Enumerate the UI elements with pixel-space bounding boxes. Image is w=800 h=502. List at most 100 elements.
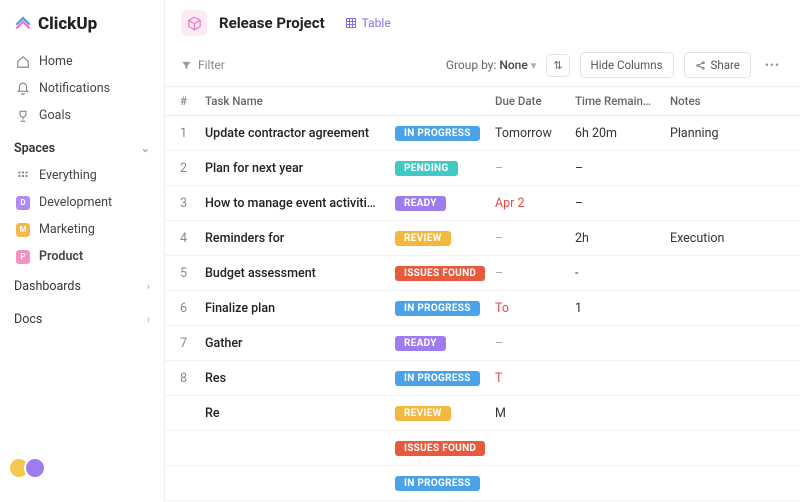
- col-header-num[interactable]: #: [165, 87, 197, 116]
- table-row[interactable]: 8ResIN PROGRESST: [165, 361, 800, 396]
- filter-button[interactable]: Filter: [181, 58, 225, 72]
- cell-due[interactable]: To: [487, 291, 567, 326]
- cell-status[interactable]: REVIEW: [387, 396, 487, 431]
- cell-status[interactable]: ISSUES FOUND: [387, 256, 487, 291]
- sort-button[interactable]: ⇅: [546, 54, 569, 77]
- cell-status[interactable]: ISSUES FOUND: [387, 431, 487, 466]
- space-label: Everything: [39, 168, 97, 183]
- col-header-time[interactable]: Time Remaining: [567, 87, 662, 116]
- cell-notes[interactable]: [662, 186, 800, 221]
- chevron-down-icon: ⌄: [141, 142, 150, 155]
- cell-task[interactable]: How to manage event activities: [197, 186, 387, 221]
- section-dashboards[interactable]: Dashboards ›: [0, 270, 164, 303]
- cell-time[interactable]: 1: [567, 291, 662, 326]
- cell-due[interactable]: [487, 466, 567, 501]
- col-header-notes[interactable]: Notes: [662, 87, 800, 116]
- cell-status[interactable]: IN PROGRESS: [387, 291, 487, 326]
- cell-task[interactable]: Budget assessment: [197, 256, 387, 291]
- col-header-due[interactable]: Due Date: [487, 87, 567, 116]
- table-row[interactable]: 2Plan for next yearPENDING––: [165, 151, 800, 186]
- group-by-selector[interactable]: Group by: None ▾: [446, 58, 537, 72]
- table-row[interactable]: 4Reminders forREVIEW–2hExecution: [165, 221, 800, 256]
- cell-time[interactable]: –: [567, 151, 662, 186]
- cell-status[interactable]: IN PROGRESS: [387, 361, 487, 396]
- cell-notes[interactable]: [662, 466, 800, 501]
- cell-notes[interactable]: [662, 151, 800, 186]
- share-button[interactable]: Share: [684, 52, 751, 78]
- cell-status[interactable]: READY: [387, 326, 487, 361]
- col-header-task[interactable]: Task Name: [197, 87, 387, 116]
- nav-goals[interactable]: Goals: [8, 102, 156, 129]
- cell-notes[interactable]: [662, 431, 800, 466]
- project-icon[interactable]: [181, 10, 207, 36]
- cell-time[interactable]: 6h 20m: [567, 116, 662, 151]
- cell-status[interactable]: READY: [387, 186, 487, 221]
- cell-task[interactable]: Finalize plan: [197, 291, 387, 326]
- more-menu[interactable]: •••: [761, 58, 784, 72]
- cell-status[interactable]: IN PROGRESS: [387, 466, 487, 501]
- cell-due[interactable]: T: [487, 361, 567, 396]
- cell-notes[interactable]: [662, 361, 800, 396]
- cell-time[interactable]: [567, 431, 662, 466]
- cell-notes[interactable]: Planning: [662, 116, 800, 151]
- hide-columns-button[interactable]: Hide Columns: [580, 52, 674, 78]
- share-icon: [695, 60, 706, 71]
- cell-status[interactable]: REVIEW: [387, 221, 487, 256]
- table-row[interactable]: 1Update contractor agreementIN PROGRESST…: [165, 116, 800, 151]
- cell-due[interactable]: –: [487, 256, 567, 291]
- nav-label: Home: [39, 54, 73, 69]
- cell-time[interactable]: [567, 361, 662, 396]
- cell-task[interactable]: Re: [197, 396, 387, 431]
- cell-task[interactable]: Reminders for: [197, 221, 387, 256]
- cell-notes[interactable]: Execution: [662, 221, 800, 256]
- cell-due[interactable]: M: [487, 396, 567, 431]
- cell-notes[interactable]: [662, 396, 800, 431]
- user-avatars[interactable]: [0, 447, 164, 492]
- spaces-header[interactable]: Spaces ⌄: [0, 129, 164, 162]
- cell-notes[interactable]: [662, 326, 800, 361]
- cell-time[interactable]: –: [567, 186, 662, 221]
- cell-task[interactable]: [197, 466, 387, 501]
- cell-time[interactable]: [567, 326, 662, 361]
- cell-task[interactable]: [197, 431, 387, 466]
- table-row[interactable]: IN PROGRESS: [165, 466, 800, 501]
- cell-due[interactable]: –: [487, 221, 567, 256]
- cell-due[interactable]: Apr 2: [487, 186, 567, 221]
- cell-task[interactable]: Update contractor agreement: [197, 116, 387, 151]
- nav-home[interactable]: Home: [8, 48, 156, 75]
- brand-logo[interactable]: ClickUp: [0, 10, 164, 48]
- cell-notes[interactable]: [662, 291, 800, 326]
- table-row[interactable]: ReREVIEWM: [165, 396, 800, 431]
- cell-task[interactable]: Res: [197, 361, 387, 396]
- table-icon: [345, 17, 357, 29]
- status-pill: ISSUES FOUND: [395, 441, 485, 456]
- space-product[interactable]: P Product: [8, 243, 156, 270]
- cell-task[interactable]: Gather: [197, 326, 387, 361]
- table-row[interactable]: 5Budget assessmentISSUES FOUND–-: [165, 256, 800, 291]
- cell-task[interactable]: Plan for next year: [197, 151, 387, 186]
- cell-due[interactable]: –: [487, 326, 567, 361]
- table-row[interactable]: ISSUES FOUND: [165, 431, 800, 466]
- primary-nav: Home Notifications Goals: [0, 48, 164, 129]
- cell-notes[interactable]: [662, 256, 800, 291]
- cell-time[interactable]: 2h: [567, 221, 662, 256]
- cell-time[interactable]: [567, 396, 662, 431]
- cell-due[interactable]: [487, 431, 567, 466]
- space-everything[interactable]: Everything: [8, 162, 156, 189]
- cell-due[interactable]: Tomorrow: [487, 116, 567, 151]
- table-row[interactable]: 6Finalize planIN PROGRESSTo1: [165, 291, 800, 326]
- cell-due[interactable]: –: [487, 151, 567, 186]
- table-row[interactable]: 7GatherREADY–: [165, 326, 800, 361]
- space-marketing[interactable]: M Marketing: [8, 216, 156, 243]
- space-development[interactable]: D Development: [8, 189, 156, 216]
- cell-status[interactable]: IN PROGRESS: [387, 116, 487, 151]
- cell-time[interactable]: -: [567, 256, 662, 291]
- section-docs[interactable]: Docs ›: [0, 303, 164, 336]
- status-pill: IN PROGRESS: [395, 126, 480, 141]
- cell-status[interactable]: PENDING: [387, 151, 487, 186]
- col-header-status[interactable]: [387, 87, 487, 116]
- nav-notifications[interactable]: Notifications: [8, 75, 156, 102]
- cell-time[interactable]: [567, 466, 662, 501]
- table-row[interactable]: 3How to manage event activitiesREADYApr …: [165, 186, 800, 221]
- view-tab-table[interactable]: Table: [345, 16, 391, 30]
